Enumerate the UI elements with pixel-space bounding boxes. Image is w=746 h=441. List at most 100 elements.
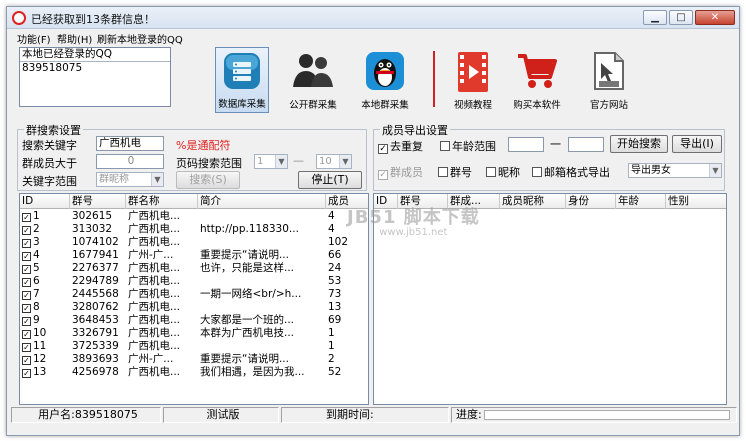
table-row[interactable]: ✓ 12 3893693 广州-广... 重要提示“请说明... 2 <box>20 353 368 366</box>
page-to-select[interactable]: 10 ▼ <box>316 154 352 169</box>
table-row[interactable]: ✓ 4 1677941 广州-广... 重要提示“请说明... 66 <box>20 249 368 262</box>
keyword-scope-select[interactable]: 群昵称 ▼ <box>96 172 164 187</box>
official-site-button[interactable]: 官方网站 <box>581 47 637 113</box>
row-id: 8 <box>33 301 40 313</box>
row-members-cell: 69 <box>328 314 342 326</box>
watermark-url: www.jb51.net <box>379 227 448 238</box>
row-id-cell: ✓ 7 <box>20 288 70 301</box>
public-group-collect-button[interactable]: 公开群采集 <box>285 47 341 113</box>
row-checkbox[interactable]: ✓ <box>22 304 31 313</box>
members-gt-input[interactable]: 0 <box>96 154 164 169</box>
row-name-cell: 广西机电... <box>128 236 181 248</box>
keyword-input[interactable]: 广西机电 <box>96 136 164 151</box>
local-qq-list[interactable]: 本地已经登录的QQ 839518075 <box>19 47 171 107</box>
gender-value: 导出男女 <box>631 165 671 176</box>
status-username: 用户名:839518075 <box>11 407 161 423</box>
row-checkbox[interactable]: ✓ <box>22 213 31 222</box>
nickname-checkbox[interactable]: 昵称 <box>486 164 520 180</box>
row-intro-cell <box>198 340 326 353</box>
dedup-label: 去重复 <box>390 140 423 153</box>
row-id-cell: ✓ 4 <box>20 249 70 262</box>
chevron-down-icon: ▼ <box>275 155 287 168</box>
table-row[interactable]: ✓ 2 313032 广西机电... http://pp.118330... 4 <box>20 223 368 236</box>
table-row[interactable]: ✓ 10 3326791 广西机电... 本群为广西机电技... 1 <box>20 327 368 340</box>
row-id-cell: ✓ 8 <box>20 301 70 314</box>
col-member-nickname[interactable]: 成员昵称 <box>500 194 566 209</box>
row-checkbox[interactable]: ✓ <box>22 252 31 261</box>
col-member-age[interactable]: 年龄 <box>616 194 666 209</box>
row-checkbox[interactable]: ✓ <box>22 330 31 339</box>
gender-select[interactable]: 导出男女 ▼ <box>628 163 722 178</box>
group-member-checkbox[interactable]: ✓ 群成员 <box>378 164 423 180</box>
age-to-input[interactable] <box>568 137 604 152</box>
official-site-label: 官方网站 <box>589 100 628 111</box>
row-members-cell: 13 <box>328 301 342 313</box>
table-row[interactable]: ✓ 11 3725339 广西机电... 1 <box>20 340 368 353</box>
row-checkbox[interactable]: ✓ <box>22 369 31 378</box>
export-button[interactable]: 导出(I) <box>672 135 722 153</box>
row-id-cell: ✓ 1 <box>20 210 70 223</box>
start-search-button[interactable]: 开始搜索 <box>610 135 668 153</box>
search-button[interactable]: 搜索(S) <box>176 171 240 189</box>
menu-refresh-qq[interactable]: 刷新本地登录的QQ <box>97 31 183 46</box>
table-row[interactable]: ✓ 7 2445568 广西机电... 一期一网络<br/>h... 73 <box>20 288 368 301</box>
col-member-gender[interactable]: 性别 <box>666 194 726 209</box>
check-icon: ✓ <box>378 170 388 180</box>
maximize-button[interactable]: □ <box>669 10 693 25</box>
row-name-cell: 广西机电... <box>128 223 181 235</box>
buy-software-label: 购买本软件 <box>513 100 561 111</box>
status-expire: 到期时间: <box>281 407 449 423</box>
row-members-cell: 53 <box>328 275 342 287</box>
age-from-input[interactable] <box>508 137 544 152</box>
col-group-name[interactable]: 群名称 <box>126 194 198 209</box>
row-group-no-cell: 3326791 <box>72 327 119 339</box>
table-row[interactable]: ✓ 13 4256978 广西机电... 我们相遇，是因为我... 52 <box>20 366 368 379</box>
website-icon <box>591 51 627 94</box>
check-icon: ✓ <box>378 144 388 154</box>
group-no-checkbox[interactable]: 群号 <box>438 164 472 180</box>
col-member-role[interactable]: 身份 <box>566 194 616 209</box>
table-row[interactable]: ✓ 1 302615 广西机电... 4 <box>20 210 368 223</box>
row-id: 5 <box>33 262 40 274</box>
row-checkbox[interactable]: ✓ <box>22 226 31 235</box>
watermark: JB51 脚本下载 www.jb51.net <box>347 203 480 238</box>
row-checkbox[interactable]: ✓ <box>22 317 31 326</box>
col-group-no[interactable]: 群号 <box>70 194 126 209</box>
video-tutorial-button[interactable]: 视频教程 <box>447 47 499 113</box>
row-checkbox[interactable]: ✓ <box>22 356 31 365</box>
age-range-checkbox[interactable]: 年龄范围 <box>440 138 496 154</box>
row-id-cell: ✓ 12 <box>20 353 70 366</box>
row-group-no-cell: 3648453 <box>72 314 119 326</box>
row-checkbox[interactable]: ✓ <box>22 343 31 352</box>
stop-button[interactable]: 停止(T) <box>298 171 362 189</box>
row-id: 10 <box>33 327 47 339</box>
menu-help[interactable]: 帮助(H) <box>57 31 92 46</box>
close-button[interactable]: ✕ <box>695 10 735 25</box>
group-table[interactable]: ID 群号 群名称 简介 成员 ✓ 1 302615 广西机电... 4 ✓ 2 313032… <box>19 193 369 405</box>
dedup-checkbox[interactable]: ✓ 去重复 <box>378 138 423 154</box>
group-search-settings: 群搜索设置 搜索关键字 广西机电 %是通配符 群成员大于 0 页码搜索范围 1 ▼… <box>17 122 367 191</box>
table-row[interactable]: ✓ 9 3648453 广西机电... 大家都是一个班的... 69 <box>20 314 368 327</box>
local-qq-header: 本地已经登录的QQ <box>20 48 170 62</box>
page-from-select[interactable]: 1 ▼ <box>254 154 288 169</box>
checkbox-box <box>438 167 448 177</box>
row-checkbox[interactable]: ✓ <box>22 239 31 248</box>
title-bar[interactable]: 已经获取到13条群信息！ ▁ □ ✕ <box>7 7 739 29</box>
row-checkbox[interactable]: ✓ <box>22 291 31 300</box>
minimize-button[interactable]: ▁ <box>643 10 667 25</box>
table-row[interactable]: ✓ 8 3280762 广西机电... 13 <box>20 301 368 314</box>
menu-function[interactable]: 功能(F) <box>17 31 51 46</box>
row-checkbox[interactable]: ✓ <box>22 278 31 287</box>
database-collect-button[interactable]: 数据库采集 <box>215 47 269 113</box>
col-intro[interactable]: 简介 <box>198 194 326 209</box>
group-member-label: 群成员 <box>390 166 423 179</box>
local-group-collect-button[interactable]: 本地群采集 <box>357 47 413 113</box>
table-row[interactable]: ✓ 5 2276377 广西机电... 也许，只能是这样... 24 <box>20 262 368 275</box>
row-checkbox[interactable]: ✓ <box>22 265 31 274</box>
buy-software-button[interactable]: 购买本软件 <box>509 47 565 113</box>
table-row[interactable]: ✓ 6 2294789 广西机电... 53 <box>20 275 368 288</box>
email-export-checkbox[interactable]: 邮箱格式导出 <box>532 164 610 180</box>
local-qq-item[interactable]: 839518075 <box>20 62 170 75</box>
col-id[interactable]: ID <box>20 194 70 209</box>
table-row[interactable]: ✓ 3 1074102 广西机电... 102 <box>20 236 368 249</box>
